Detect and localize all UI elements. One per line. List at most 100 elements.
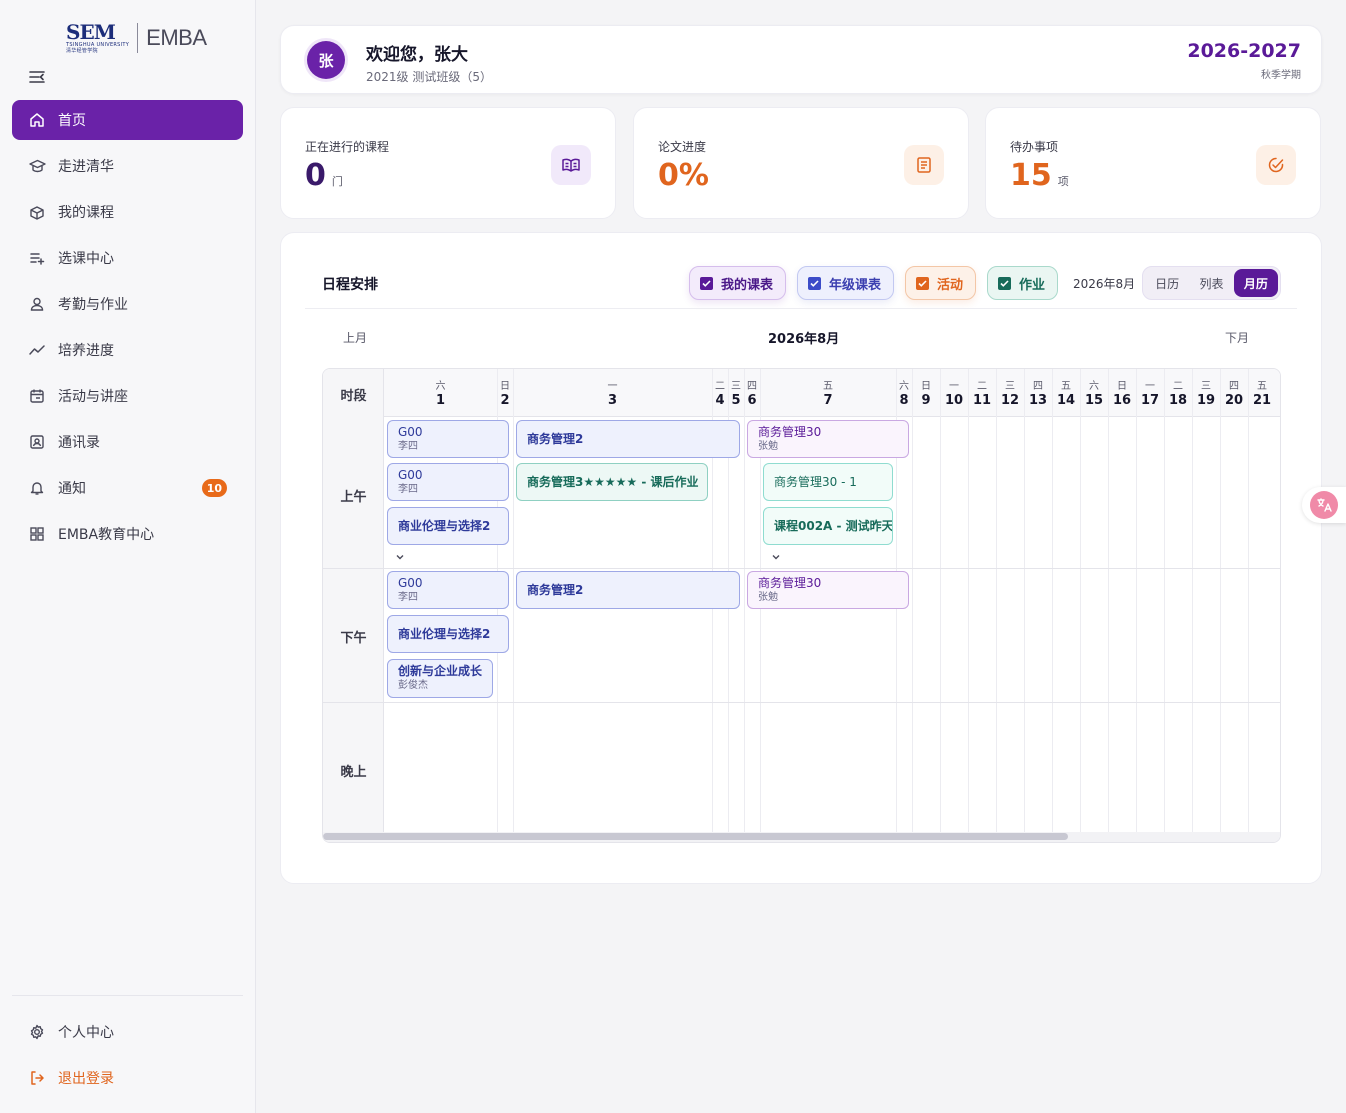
stat-thesis-progress[interactable]: 论文进度 0%: [633, 107, 969, 219]
day-header: 一 17: [1140, 381, 1160, 408]
user-icon: [28, 295, 46, 313]
day-header: 日 16: [1112, 381, 1132, 408]
view-month-button[interactable]: 月历: [1233, 269, 1278, 297]
logout-button[interactable]: 退出登录: [12, 1058, 243, 1098]
checkbox-checked-icon: [700, 276, 713, 290]
document-icon: [904, 145, 944, 185]
filter-my-schedule[interactable]: 我的课表: [689, 266, 787, 300]
column-divider: [1164, 369, 1165, 834]
course-box-icon: [28, 203, 46, 221]
graduation-cap-icon: [28, 157, 46, 175]
term-label: 秋季学期: [1261, 70, 1301, 81]
check-circle-icon: [1256, 145, 1296, 185]
sem-logo-sub2: 清华经管学院: [66, 48, 98, 54]
view-switcher: 日历 列表 月历: [1142, 266, 1281, 300]
event-business-mgmt-3-homework[interactable]: 商务管理3★★★★★ - 课后作业: [516, 463, 708, 501]
schedule-panel: 日程安排 我的课表 年级课表 活动 作业 2026年8月 日历 列表 月历 上月…: [280, 232, 1322, 884]
prev-month-button[interactable]: 上月: [343, 329, 367, 346]
slot-morning: 上午: [340, 490, 367, 505]
chevron-down-icon[interactable]: [394, 551, 406, 563]
event-course-002a[interactable]: 课程002A - 测试昨天: [763, 507, 893, 545]
nav-item-contacts[interactable]: 通讯录: [12, 422, 243, 462]
scrollbar-thumb[interactable]: [323, 833, 1068, 840]
current-month-label: 2026年8月: [1073, 277, 1136, 291]
nav-item-label: 走进清华: [58, 159, 114, 175]
stat-todo-items[interactable]: 待办事项 15 项: [985, 107, 1321, 219]
main-nav: 首页 走进清华 我的课程 选课中心 考勤与作业 培养进度 活动与讲座 通讯录 通…: [12, 100, 243, 560]
stat-label: 正在进行的课程: [305, 140, 390, 154]
sem-logo-text: SEM: [66, 20, 116, 44]
nav-item-label: 选课中心: [58, 251, 114, 267]
row-divider: [323, 568, 1280, 569]
sidebar: SEM TSINGHUA UNIVERSITY 清华经管学院 EMBA 首页 走…: [0, 0, 256, 1113]
view-list-button[interactable]: 列表: [1189, 269, 1233, 297]
event-business-ethics-pm[interactable]: 商业伦理与选择2: [387, 615, 509, 653]
list-add-icon: [28, 249, 46, 267]
nav-item-attendance[interactable]: 考勤与作业: [12, 284, 243, 324]
column-divider: [1136, 369, 1137, 834]
nav-item-label: 我的课程: [58, 205, 114, 221]
view-calendar-button[interactable]: 日历: [1145, 269, 1189, 297]
day-header: 五7: [823, 381, 833, 408]
filter-assignments[interactable]: 作业: [987, 266, 1059, 300]
nav-item-events[interactable]: 活动与讲座: [12, 376, 243, 416]
nav-item-label: 退出登录: [58, 1071, 114, 1087]
nav-item-notifications[interactable]: 通知 10: [12, 468, 243, 508]
horizontal-scrollbar[interactable]: [323, 832, 1280, 842]
event-business-mgmt-30-1[interactable]: 商务管理30 - 1: [763, 463, 893, 501]
event-business-mgmt-30-am[interactable]: 商务管理30 张勉: [747, 420, 909, 458]
month-timeline-grid: 时段 上午 下午 晚上 六 1 日 2 一 3 二 4 三 5 四 6 五 7 六 8 日 9 一 10 二 11 三 12 四…: [322, 368, 1281, 843]
event-g00-am-1[interactable]: G00 李四: [387, 420, 509, 458]
calendar-month-title: 2026年8月: [768, 332, 840, 347]
academic-year: 2026-2027: [1187, 40, 1301, 62]
column-divider: [912, 369, 913, 834]
collapse-sidebar-icon[interactable]: [28, 68, 46, 86]
welcome-header: 张 欢迎您，张大 2021级 测试班级（5） 2026-2027 秋季学期: [280, 25, 1322, 94]
column-divider: [968, 369, 969, 834]
event-business-mgmt-2-pm[interactable]: 商务管理2: [516, 571, 740, 609]
nav-item-emba-center[interactable]: EMBA教育中心: [12, 514, 243, 554]
event-g00-am-2[interactable]: G00 李四: [387, 463, 509, 501]
stat-ongoing-courses[interactable]: 正在进行的课程 0门: [280, 107, 616, 219]
nav-item-profile[interactable]: 个人中心: [12, 1012, 243, 1052]
filter-activities[interactable]: 活动: [905, 266, 977, 300]
nav-item-about-tsinghua[interactable]: 走进清华: [12, 146, 243, 186]
day-header: 六 15: [1084, 381, 1104, 408]
class-info: 2021级 测试班级（5）: [366, 70, 492, 84]
contact-card-icon: [28, 433, 46, 451]
day-header: 四6: [747, 381, 757, 408]
day-header: 六1: [435, 381, 446, 408]
checkbox-checked-icon: [808, 276, 821, 290]
event-business-mgmt-30-pm[interactable]: 商务管理30 张勉: [747, 571, 909, 609]
event-innovation-growth[interactable]: 创新与企业成长 彭俊杰: [387, 659, 493, 698]
day-header: 日2: [500, 381, 510, 408]
avatar[interactable]: 张: [307, 41, 345, 79]
nav-item-home[interactable]: 首页: [12, 100, 243, 140]
welcome-text: 欢迎您，张大: [366, 45, 468, 65]
stat-value: 0门: [305, 158, 343, 193]
filter-grade-schedule[interactable]: 年级课表: [797, 266, 895, 300]
translate-icon: [1310, 491, 1338, 519]
nav-item-my-courses[interactable]: 我的课程: [12, 192, 243, 232]
day-header: 二 11: [972, 381, 992, 408]
product-name: EMBA: [146, 25, 207, 50]
nav-item-course-selection[interactable]: 选课中心: [12, 238, 243, 278]
event-g00-pm[interactable]: G00 李四: [387, 571, 509, 609]
event-business-mgmt-2-am[interactable]: 商务管理2: [516, 420, 740, 458]
translate-widget[interactable]: [1302, 487, 1346, 523]
nav-item-label: 个人中心: [58, 1025, 114, 1041]
next-month-button[interactable]: 下月: [1225, 329, 1249, 346]
row-divider: [323, 702, 1280, 703]
notification-count-badge: 10: [201, 479, 227, 497]
nav-item-progress[interactable]: 培养进度: [12, 330, 243, 370]
column-divider: [1192, 369, 1193, 834]
event-business-ethics-am[interactable]: 商业伦理与选择2: [387, 507, 509, 545]
checkbox-checked-icon: [916, 276, 929, 290]
brand-logo[interactable]: SEM TSINGHUA UNIVERSITY 清华经管学院 EMBA: [66, 16, 207, 60]
gear-icon: [28, 1023, 46, 1041]
chevron-down-icon[interactable]: [770, 551, 782, 563]
column-divider: [513, 369, 514, 834]
column-divider: [744, 369, 745, 834]
logout-icon: [28, 1069, 46, 1087]
home-icon: [28, 111, 46, 129]
